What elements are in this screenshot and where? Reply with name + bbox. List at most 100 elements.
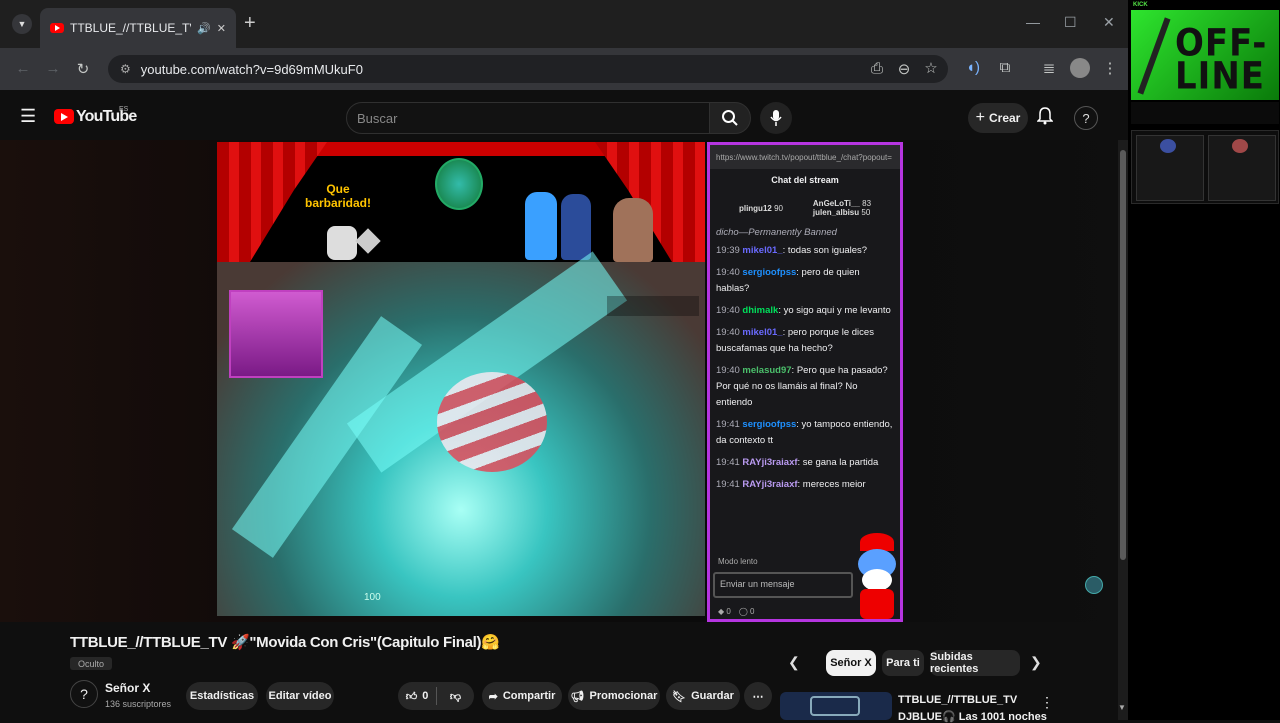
save-button[interactable]: 🔖︎ Guardar xyxy=(666,682,740,710)
zoom-icon[interactable]: ⊖ xyxy=(893,60,915,78)
account-avatar[interactable]: ? xyxy=(1074,106,1098,130)
visibility-badge: Oculto xyxy=(70,657,112,670)
recommendation-channel[interactable]: TTBLUE_//TTBLUE_TV xyxy=(898,694,1017,706)
recommendation-menu-icon[interactable]: ⋮ xyxy=(1040,694,1054,711)
chip-channel[interactable]: Señor X xyxy=(826,650,876,676)
extensions-puzzle-icon[interactable]: ⧉ xyxy=(994,59,1016,76)
thumbs-up-icon: 👍︎ xyxy=(405,690,418,703)
message-username[interactable]: RAYji3raiaxf xyxy=(742,457,797,468)
more-actions-icon[interactable]: ⋯ xyxy=(744,682,772,710)
message-time: 19:41 xyxy=(716,479,740,490)
youtube-logo-icon[interactable] xyxy=(54,109,74,124)
message-username[interactable]: mikel01_ xyxy=(742,245,782,256)
chat-header-title: Chat del stream xyxy=(771,175,839,185)
chat-input[interactable]: Enviar un mensaje xyxy=(713,572,853,598)
chat-message: 19:41 RAYji3raiaxf: se gana la partida xyxy=(710,452,900,474)
share-button[interactable]: ➦ Compartir xyxy=(482,682,562,710)
chat-header: Chat del stream xyxy=(710,169,900,191)
create-button[interactable]: + Crear xyxy=(968,103,1028,133)
region-code: ES xyxy=(119,106,129,113)
statistics-button[interactable]: Estadísticas xyxy=(186,682,258,710)
character-sticker-icon xyxy=(327,226,357,260)
message-text: : yo sigo aqui y me levanto xyxy=(778,305,891,316)
recommendation-thumbnail[interactable] xyxy=(780,692,892,720)
channel-name[interactable]: Señor X xyxy=(105,681,150,695)
message-username[interactable]: mikel01_ xyxy=(742,327,782,338)
browser-tab[interactable]: TTBLUE_//TTBLUE_TV 🚀"M 🔊 ✕ xyxy=(40,8,236,48)
promote-button[interactable]: 📢︎ Promocionar xyxy=(568,682,660,710)
bookmark-star-icon[interactable]: ☆ xyxy=(920,59,942,77)
streamer-logo-icon xyxy=(435,158,483,210)
chat-popout-url: https://www.twitch.tv/popout/ttblue_/cha… xyxy=(710,145,900,169)
ammo-counter: 100 xyxy=(364,592,381,603)
tab-title: TTBLUE_//TTBLUE_TV 🚀"M xyxy=(70,21,192,35)
scrollbar-thumb[interactable] xyxy=(1120,150,1126,560)
message-time: 19:40 xyxy=(716,327,740,338)
install-app-icon[interactable]: ⎙ xyxy=(866,60,888,77)
speaker-icon[interactable]: 🔊 xyxy=(197,22,211,35)
chat-message: 19:41 sergioofpss: yo tampoco entiendo, … xyxy=(710,414,900,452)
tab-close-icon[interactable]: ✕ xyxy=(217,22,226,35)
smurfette-sticker-icon xyxy=(525,192,557,260)
browser-menu-icon[interactable]: ⋮ xyxy=(1099,59,1121,77)
profile-avatar-icon[interactable] xyxy=(1070,58,1090,78)
message-time: 19:40 xyxy=(716,365,740,376)
message-username[interactable]: RAYji3raiaxf xyxy=(742,479,797,490)
forward-icon[interactable]: → xyxy=(42,60,64,77)
new-tab-button[interactable]: + xyxy=(244,12,256,35)
site-info-icon[interactable]: ⚙ xyxy=(120,62,131,76)
chat-points[interactable]: ◆ 0 ◯ 0 xyxy=(718,607,754,616)
message-time: 19:40 xyxy=(716,267,740,278)
banned-notice: dicho—Permanently Banned xyxy=(716,227,837,238)
media-controls-icon[interactable]: ≣ xyxy=(1038,59,1060,77)
share-arrow-icon: ➦ xyxy=(488,690,498,703)
gameplay-feed: 100 xyxy=(217,251,705,616)
voice-search-button[interactable] xyxy=(760,102,792,134)
search-button[interactable] xyxy=(709,102,751,134)
message-username[interactable]: sergioofpss xyxy=(742,419,796,430)
kick-label: KICK xyxy=(1133,2,1148,8)
dislike-button[interactable]: 👎︎ xyxy=(437,690,474,703)
hamburger-menu-icon[interactable]: ☰ xyxy=(20,106,36,127)
like-button[interactable]: 👍︎ 0 xyxy=(398,690,436,703)
chips-next-chevron-icon[interactable]: ❯ xyxy=(1030,654,1042,671)
edit-video-button[interactable]: Editar vídeo xyxy=(266,682,334,710)
bookmark-icon: 🔖︎ xyxy=(672,690,687,703)
chips-prev-chevron-icon[interactable]: ❮ xyxy=(788,654,800,671)
praying-man-sticker-icon xyxy=(613,198,653,262)
kick-offline-preview[interactable]: OFF- LINE xyxy=(1131,10,1279,100)
message-username[interactable]: sergioofpss xyxy=(742,267,796,278)
webcam-overlay xyxy=(229,290,323,378)
scroll-down-arrow-icon[interactable]: ▼ xyxy=(1118,703,1126,712)
banner-caption: Que barbaridad! xyxy=(305,182,372,210)
maximize-button[interactable]: ☐ xyxy=(1064,14,1077,31)
recommendation-title[interactable]: DJBLUE🎧 Las 1001 noches xyxy=(898,710,1047,723)
channel-watermark-icon[interactable] xyxy=(1085,576,1103,594)
window-close-button[interactable]: ✕ xyxy=(1103,14,1115,31)
extension-audio-icon[interactable]: ◖) xyxy=(962,59,984,76)
killfeed-hud xyxy=(607,296,699,316)
back-icon[interactable]: ← xyxy=(12,60,34,77)
points-icon: ◆ 0 xyxy=(718,607,731,616)
search-input[interactable]: Buscar xyxy=(346,102,710,134)
message-text: : todas son iguales? xyxy=(782,245,868,256)
address-bar[interactable]: ⚙ youtube.com/watch?v=9d69mMUkuF0 xyxy=(108,55,948,83)
reload-icon[interactable]: ↻ xyxy=(72,60,94,78)
slow-mode-label: Modo lento xyxy=(718,557,758,566)
search-icon xyxy=(722,110,738,126)
url-text: youtube.com/watch?v=9d69mMUkuF0 xyxy=(140,61,363,77)
message-username[interactable]: melasud97 xyxy=(742,365,791,376)
chip-for-you[interactable]: Para ti xyxy=(882,650,924,676)
chip-recent[interactable]: Subidas recientes xyxy=(930,650,1020,676)
gifter-2: AnGeLoTi__ 83 julen_albisu 50 xyxy=(812,199,872,217)
notifications-bell-icon[interactable] xyxy=(1036,107,1054,130)
tab-search-chevron-icon[interactable]: ▼ xyxy=(12,14,32,34)
video-player[interactable]: Que barbaridad! 100 xyxy=(217,142,705,616)
like-count: 0 xyxy=(422,690,429,702)
channel-avatar[interactable]: ? xyxy=(70,680,98,708)
message-text: : pero porque le dices buscafamas que ha… xyxy=(716,327,874,354)
message-username[interactable]: dhimalk xyxy=(742,305,778,316)
chat-message: 19:41 RAYji3raiaxf: mereces meior xyxy=(710,474,900,496)
chat-message: 19:40 mikel01_: pero porque le dices bus… xyxy=(710,322,900,360)
minimize-button[interactable]: — xyxy=(1026,14,1040,30)
